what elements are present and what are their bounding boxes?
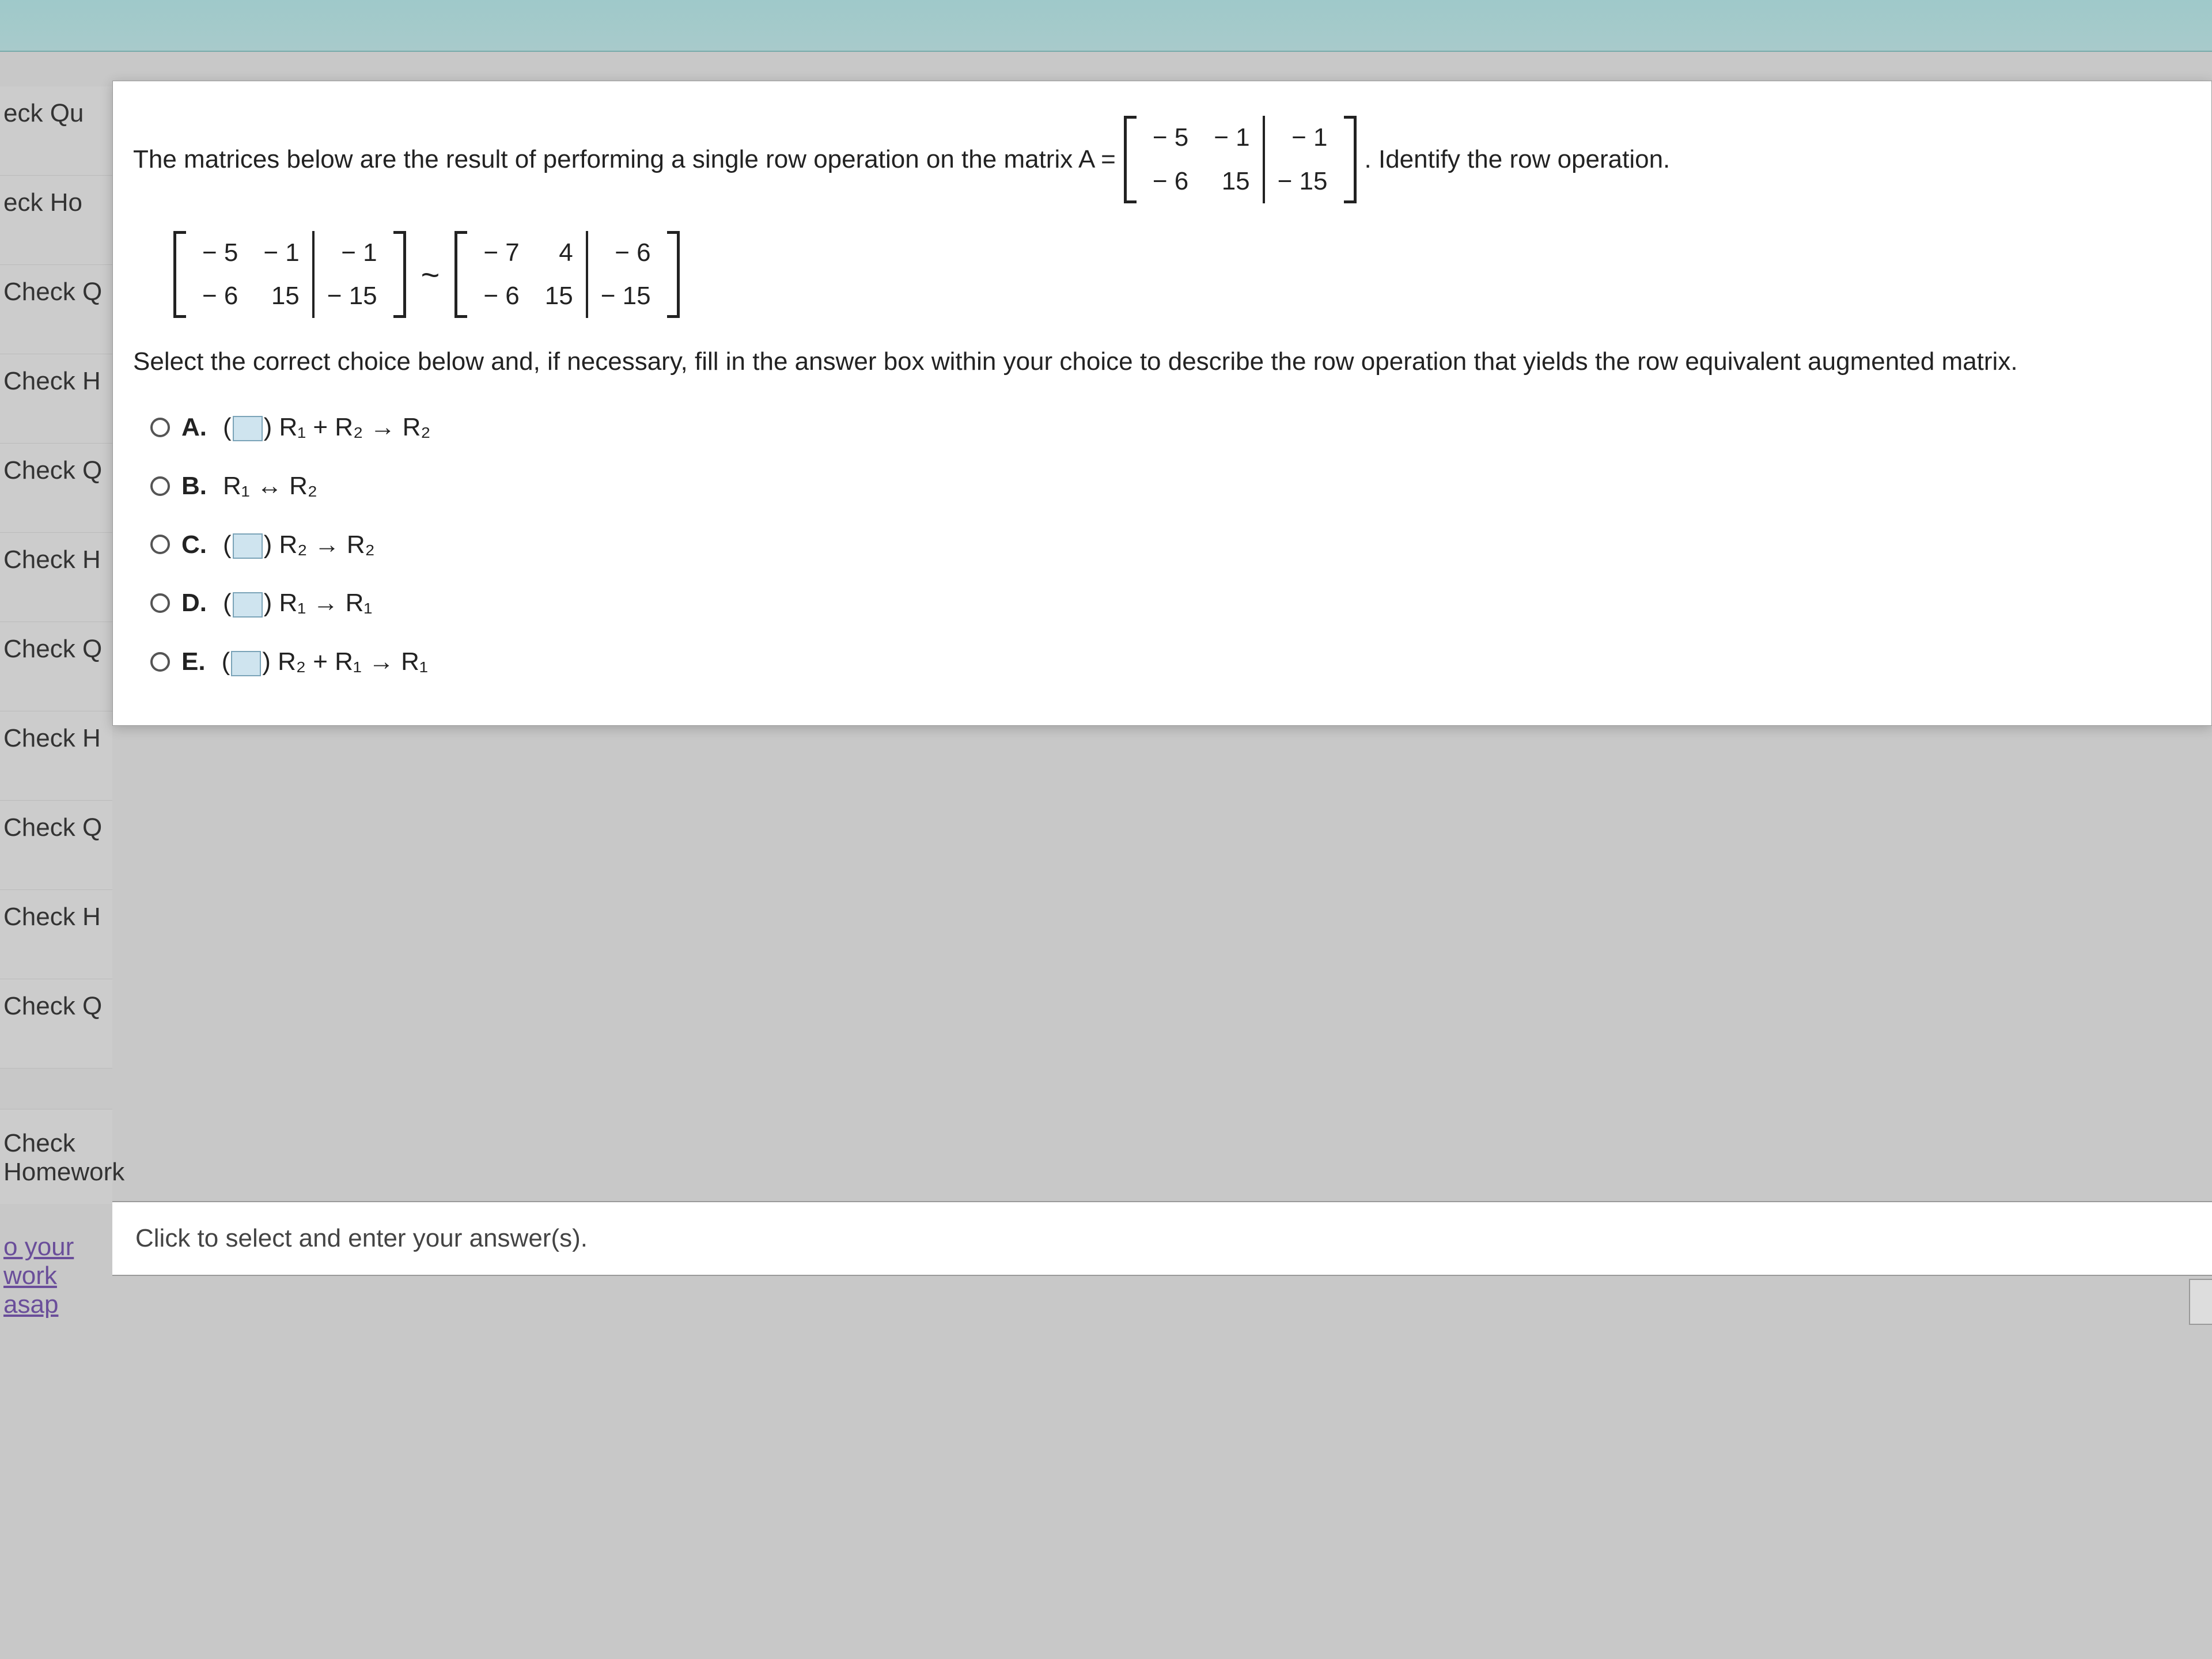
formula: ) R₂ + R₁ → R₁: [262, 647, 428, 676]
matrix-cell: 15: [1201, 160, 1263, 203]
matrix-cell: − 1: [251, 231, 313, 275]
next-arrow-button[interactable]: [2189, 1279, 2212, 1325]
radio-icon[interactable]: [150, 593, 170, 613]
question-panel: The matrices below are the result of per…: [112, 81, 2212, 726]
sidebar-item[interactable]: Check H: [0, 354, 112, 444]
paren: (: [223, 589, 232, 617]
formula: ) R₁ + R₂ → R₂: [264, 413, 431, 441]
choice-text: R₁ ↔ R₂: [223, 468, 317, 505]
choice-text: ( ) R₂ + R₁ → R₁: [222, 643, 428, 680]
matrix-cell: − 15: [587, 274, 664, 318]
matrix-right: − 7 4 − 6 − 6 15 − 15: [454, 231, 679, 319]
choice-letter: B.: [181, 468, 207, 505]
choice-text: ( ) R₂ → R₂: [223, 527, 375, 563]
matrix-cell: 4: [532, 231, 587, 275]
top-toolbar: [0, 0, 2212, 52]
answer-choices: A. ( ) R₁ + R₂ → R₂ B. R₁ ↔ R₂ C. ( ) R₂ →…: [150, 409, 2191, 680]
formula: ) R₂ → R₂: [264, 531, 375, 559]
matrix-cell: − 6: [587, 231, 664, 275]
choice-letter: D.: [181, 585, 207, 622]
sidebar-item[interactable]: Check Q: [0, 265, 112, 354]
matrix-cell: − 7: [471, 231, 532, 275]
matrix-cell: − 5: [190, 231, 251, 275]
sidebar-item[interactable]: eck Qu: [0, 86, 112, 176]
matrix-cell: 15: [532, 274, 587, 318]
answer-box[interactable]: [233, 533, 263, 559]
radio-icon[interactable]: [150, 535, 170, 554]
choice-E[interactable]: E. ( ) R₂ + R₁ → R₁: [150, 643, 2191, 680]
matrix-cell: − 1: [1264, 116, 1340, 160]
radio-icon[interactable]: [150, 476, 170, 496]
instruction-text: Select the correct choice below and, if …: [133, 343, 2191, 380]
sidebar-homework[interactable]: Check Homework: [0, 1109, 112, 1204]
choice-A[interactable]: A. ( ) R₁ + R₂ → R₂: [150, 409, 2191, 446]
answer-box[interactable]: [233, 416, 263, 441]
sidebar-item[interactable]: Check Q: [0, 444, 112, 533]
sidebar-item[interactable]: Check Q: [0, 801, 112, 890]
matrix-cell: − 6: [471, 274, 532, 318]
formula: ) R₁ → R₁: [264, 589, 373, 617]
paren: (: [223, 531, 232, 559]
sidebar-item[interactable]: Check H: [0, 890, 112, 979]
matrix-left: − 5 − 1 − 1 − 6 15 − 15: [173, 231, 406, 319]
choice-text: ( ) R₁ → R₁: [223, 585, 372, 622]
paren: (: [222, 647, 230, 676]
choice-C[interactable]: C. ( ) R₂ → R₂: [150, 527, 2191, 563]
question-intro-b: . Identify the row operation.: [1365, 141, 1671, 178]
choice-letter: A.: [181, 409, 207, 446]
sidebar-item[interactable]: Check H: [0, 711, 112, 801]
choice-D[interactable]: D. ( ) R₁ → R₁: [150, 585, 2191, 622]
matrix-cell: − 5: [1140, 116, 1201, 160]
answer-box[interactable]: [233, 592, 263, 618]
answer-box[interactable]: [231, 651, 261, 676]
matrix-cell: − 15: [1264, 160, 1340, 203]
tilde-symbol: ~: [418, 251, 444, 298]
radio-icon[interactable]: [150, 652, 170, 672]
choice-text: ( ) R₁ + R₂ → R₂: [223, 409, 430, 446]
choice-letter: C.: [181, 527, 207, 563]
matrix-cell: 15: [251, 274, 313, 318]
matrix-A: − 5 − 1 − 1 − 6 15 − 15: [1124, 116, 1357, 203]
sidebar-item[interactable]: Check Q: [0, 622, 112, 711]
matrix-cell: − 1: [313, 231, 390, 275]
matrix-cell: − 15: [313, 274, 390, 318]
radio-icon[interactable]: [150, 418, 170, 437]
choice-letter: E.: [181, 643, 206, 680]
paren: (: [223, 413, 232, 441]
sidebar-item[interactable]: eck Ho: [0, 176, 112, 265]
matrix-cell: − 1: [1201, 116, 1263, 160]
question-intro-a: The matrices below are the result of per…: [133, 141, 1116, 178]
sidebar-item[interactable]: Check H: [0, 533, 112, 622]
sidebar-item[interactable]: Check Q: [0, 979, 112, 1069]
matrix-cell: − 6: [190, 274, 251, 318]
choice-B[interactable]: B. R₁ ↔ R₂: [150, 468, 2191, 505]
sidebar-link[interactable]: o your work asap: [0, 1204, 112, 1319]
footer-prompt[interactable]: Click to select and enter your answer(s)…: [112, 1201, 2212, 1276]
sidebar: eck Qu eck Ho Check Q Check H Check Q Ch…: [0, 86, 112, 1319]
matrix-cell: − 6: [1140, 160, 1201, 203]
